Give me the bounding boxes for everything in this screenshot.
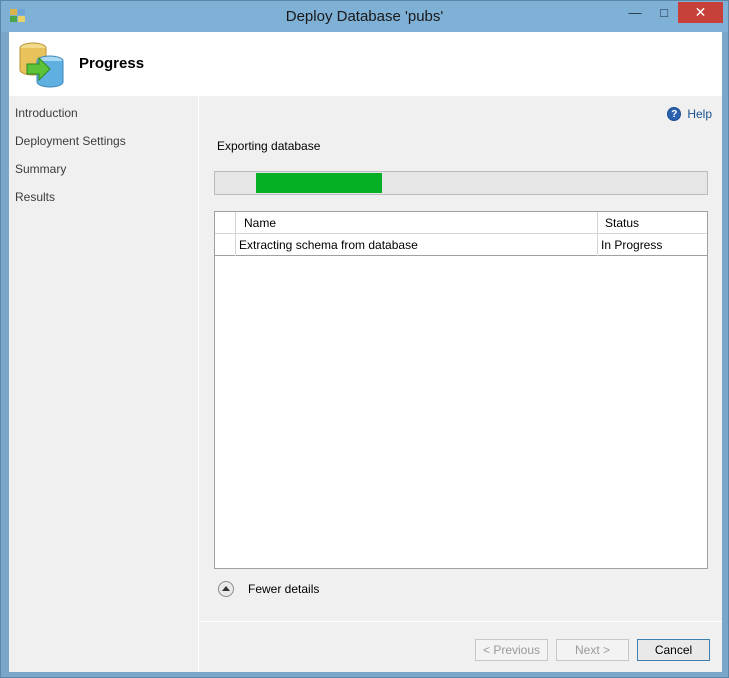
wizard-nav: Introduction Deployment Settings Summary… xyxy=(9,96,199,672)
title-bar[interactable]: Deploy Database 'pubs' — □ ✕ xyxy=(1,1,728,32)
dialog-window: Deploy Database 'pubs' — □ ✕ Progress In… xyxy=(0,0,729,678)
row-name-cell: Extracting schema from database xyxy=(239,238,418,252)
next-button[interactable]: Next > xyxy=(556,639,629,661)
progress-bar xyxy=(214,171,708,195)
database-deploy-icon xyxy=(19,42,64,88)
cancel-button[interactable]: Cancel xyxy=(637,639,710,661)
nav-item-results[interactable]: Results xyxy=(15,190,55,204)
dialog-client: Progress Introduction Deployment Setting… xyxy=(9,32,722,672)
table-header: Name Status xyxy=(215,212,707,234)
column-header-status[interactable]: Status xyxy=(605,212,639,234)
help-label: Help xyxy=(687,107,712,121)
help-link[interactable]: ? Help xyxy=(667,105,712,123)
column-divider[interactable] xyxy=(597,212,598,256)
minimize-button[interactable]: — xyxy=(622,2,648,23)
table-row[interactable]: Extracting schema from database In Progr… xyxy=(215,234,707,256)
nav-item-summary[interactable]: Summary xyxy=(15,162,66,176)
row-header-divider xyxy=(235,212,236,256)
collapse-up-icon xyxy=(218,581,234,597)
progress-bar-fill xyxy=(256,173,382,193)
window-title: Deploy Database 'pubs' xyxy=(285,8,444,25)
close-button[interactable]: ✕ xyxy=(678,2,723,23)
nav-item-deployment-settings[interactable]: Deployment Settings xyxy=(15,134,126,148)
maximize-button[interactable]: □ xyxy=(651,2,677,23)
main-panel: ? Help Exporting database Name Status Ex… xyxy=(200,96,722,672)
help-icon: ? xyxy=(667,107,682,121)
column-header-name[interactable]: Name xyxy=(244,212,276,234)
page-header: Progress xyxy=(9,32,722,96)
fewer-details-label: Fewer details xyxy=(248,582,320,596)
fewer-details-toggle[interactable]: Fewer details xyxy=(218,581,319,597)
footer-divider xyxy=(200,621,722,622)
row-status-cell: In Progress xyxy=(601,238,663,252)
page-title: Progress xyxy=(79,55,145,72)
nav-item-introduction[interactable]: Introduction xyxy=(15,106,78,120)
operation-status-text: Exporting database xyxy=(217,139,321,153)
previous-button[interactable]: < Previous xyxy=(475,639,548,661)
progress-table: Name Status Extracting schema from datab… xyxy=(214,211,708,569)
